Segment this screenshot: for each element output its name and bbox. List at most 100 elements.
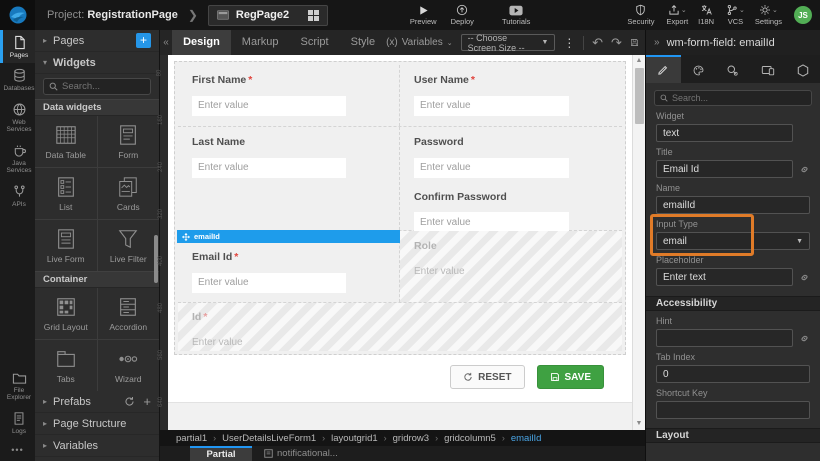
confirm-password-input[interactable] [414, 212, 569, 232]
rail-item-web-services[interactable]: Web Services [0, 97, 35, 138]
widget-accordion[interactable]: Accordion [98, 288, 160, 339]
user-avatar[interactable]: JS [794, 6, 812, 24]
tab-security[interactable] [785, 55, 820, 83]
shortcut-key-input[interactable] [656, 401, 810, 419]
layout-section-header[interactable]: Layout [646, 428, 820, 443]
hint-value-input[interactable] [656, 329, 793, 347]
breadcrumb-userdetailsliveform1[interactable]: UserDetailsLiveForm1 [222, 433, 316, 444]
add-page-button[interactable]: + [136, 33, 151, 48]
tab-devices[interactable] [750, 55, 785, 83]
expand-right-icon[interactable]: » [654, 37, 660, 48]
tab-index-input[interactable] [656, 365, 810, 383]
rail-item-apis[interactable]: APIs [0, 179, 35, 212]
field-password-group[interactable]: Password Confirm Password [400, 127, 622, 230]
design-canvas[interactable]: First Name* User Name* Last Name [168, 55, 632, 430]
rail-item-databases[interactable]: Databases [0, 63, 35, 96]
rail-item-logs[interactable]: Logs [0, 406, 35, 439]
live-form[interactable]: First Name* User Name* Last Name [174, 61, 626, 355]
rail-item-file-explorer[interactable]: File Explorer [0, 366, 35, 406]
add-prefab-button[interactable]: + [143, 395, 151, 408]
tab-design[interactable]: Design [172, 30, 231, 55]
rail-item-java-services[interactable]: Java Services [0, 138, 35, 179]
tab-notificational[interactable]: notificational... [252, 446, 350, 461]
widgets-section-header[interactable]: ▾ Widgets [35, 52, 159, 74]
name-value-input[interactable] [656, 196, 810, 214]
widget-cards[interactable]: Cards [98, 168, 160, 219]
page-tab-regpage2[interactable]: RegPage2 [208, 5, 328, 26]
export-button[interactable]: ⌄ Export [666, 4, 688, 26]
rail-more-button[interactable]: ••• [0, 439, 35, 461]
deploy-button[interactable]: Deploy [451, 4, 474, 26]
pages-section-header[interactable]: ▸ Pages + [35, 30, 159, 52]
screen-size-select[interactable]: -- Choose Screen Size -- ▼ [461, 34, 556, 51]
variables-dropdown[interactable]: (x) Variables ⌄ [386, 37, 453, 48]
tab-script[interactable]: Script [289, 30, 339, 55]
app-logo[interactable] [0, 0, 35, 30]
widget-live-filter[interactable]: Live Filter [98, 220, 160, 271]
field-last-name[interactable]: Last Name [178, 127, 400, 230]
variables-section-header[interactable]: ▸ Variables [35, 435, 159, 457]
scrollbar-thumb[interactable] [635, 68, 644, 124]
selected-widget-bar[interactable]: emailId [177, 230, 400, 243]
link-icon[interactable] [799, 164, 810, 175]
widget-search-input[interactable] [62, 81, 145, 92]
widget-form[interactable]: Form [98, 116, 160, 167]
widget-wizard[interactable]: Wizard [98, 340, 160, 391]
settings-button[interactable]: ⌄ Settings [755, 4, 782, 26]
widget-list[interactable]: List [35, 168, 97, 219]
tab-style[interactable]: Style [340, 30, 386, 55]
first-name-input[interactable] [192, 96, 346, 116]
property-search-input[interactable] [672, 93, 806, 103]
save-icon[interactable] [630, 36, 639, 49]
breadcrumb-partial1[interactable]: partial1 [176, 433, 207, 444]
field-email-selected[interactable]: emailId Email Id* [178, 231, 400, 302]
vcs-button[interactable]: ⌄ VCS [726, 4, 745, 26]
field-role-disabled[interactable]: Role Enter value [400, 231, 622, 302]
widget-tabs[interactable]: Tabs [35, 340, 97, 391]
tab-partial[interactable]: Partial [190, 446, 252, 461]
link-icon[interactable] [799, 333, 810, 344]
widget-value-input[interactable] [656, 124, 793, 142]
breadcrumb-emailid[interactable]: emailId [511, 433, 542, 444]
tab-properties[interactable] [646, 55, 681, 83]
field-user-name[interactable]: User Name* [400, 65, 622, 126]
field-first-name[interactable]: First Name* [178, 65, 400, 126]
grid-view-icon[interactable] [308, 10, 319, 21]
link-icon[interactable] [799, 272, 810, 283]
i18n-button[interactable]: I18N [698, 4, 714, 26]
refresh-icon[interactable] [124, 396, 135, 407]
input-type-select[interactable]: email ▼ [656, 232, 810, 250]
title-value-input[interactable] [656, 160, 793, 178]
save-form-button[interactable]: SAVE [537, 365, 605, 389]
scroll-down-icon[interactable]: ▼ [636, 418, 643, 430]
breadcrumb-gridrow3[interactable]: gridrow3 [393, 433, 429, 444]
project-name[interactable]: Project: RegistrationPage [47, 9, 178, 21]
widget-live-form[interactable]: Live Form [35, 220, 97, 271]
tutorials-button[interactable]: Tutorials [502, 5, 530, 26]
field-id-disabled[interactable]: Id* Enter value [178, 303, 622, 351]
widget-grid-layout[interactable]: Grid Layout [35, 288, 97, 339]
tab-inspect[interactable] [716, 55, 751, 83]
property-search[interactable] [654, 90, 812, 106]
page-structure-section-header[interactable]: ▸ Page Structure [35, 413, 159, 435]
widget-data-table[interactable]: Data Table [35, 116, 97, 167]
canvas-scrollbar[interactable]: ▲ ▼ [632, 55, 645, 430]
prefabs-section-header[interactable]: ▸ Prefabs + [35, 391, 159, 413]
reset-button[interactable]: RESET [450, 365, 524, 389]
breadcrumb-gridcolumn5[interactable]: gridcolumn5 [444, 433, 496, 444]
tab-styles[interactable] [681, 55, 716, 83]
security-button[interactable]: Security [627, 4, 654, 26]
redo-icon[interactable]: ↷ [611, 36, 622, 49]
user-name-input[interactable] [414, 96, 569, 116]
rail-item-pages[interactable]: Pages [0, 30, 35, 63]
scroll-up-icon[interactable]: ▲ [636, 55, 643, 67]
undo-icon[interactable]: ↶ [592, 36, 603, 49]
placeholder-value-input[interactable] [656, 268, 793, 286]
password-input[interactable] [414, 158, 569, 178]
widget-search[interactable] [43, 78, 151, 95]
breadcrumb-layoutgrid1[interactable]: layoutgrid1 [331, 433, 377, 444]
tab-markup[interactable]: Markup [231, 30, 290, 55]
last-name-input[interactable] [192, 158, 346, 178]
kebab-menu-icon[interactable]: ⋮ [563, 36, 575, 50]
preview-button[interactable]: Preview [410, 5, 437, 26]
